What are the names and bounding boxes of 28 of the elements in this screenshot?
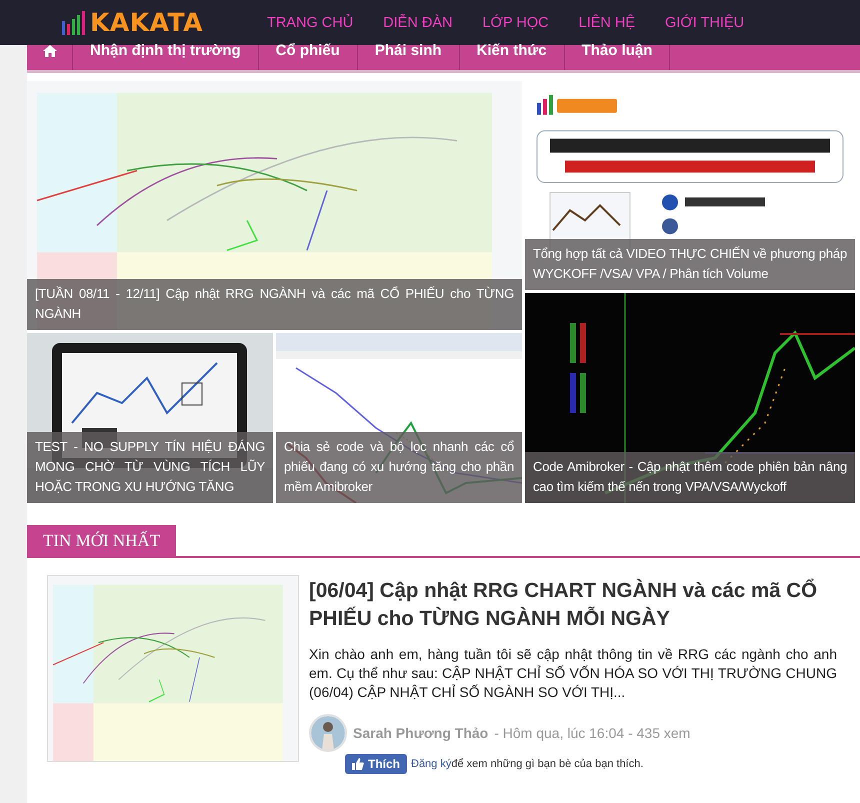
post-caption[interactable]: [TUẦN 08/11 - 12/11] Cập nhật RRG NGÀNH và các mã CỔ PHIẾU cho TỪNG NGÀNH	[27, 279, 522, 330]
post-excerpt: Xin chào anh em, hàng tuần tôi sẽ cập nhật thông tin về RRG các ngành cho anh em. Cụ thể như sau: CẬP NHẬT CHỈ SỐ VỐN HÓA SO VỚI THỊ TRƯỜNG CHUNG (06/04) CẬP NHẬT CHỈ SỐ NGÀNH SO VỚI THỊ...	[309, 645, 837, 702]
post-caption[interactable]: TEST - NO SUPPLY TÍN HIỆU ĐÁNG MONG CHỜ TỪ VÙNG TÍCH LŨY HOẶC TRONG XU HƯỚNG TĂNG	[27, 432, 273, 503]
menu-item[interactable]: Kiến thức	[460, 45, 565, 70]
home-icon	[42, 45, 56, 57]
nav-link[interactable]: DIỄN ĐÀN	[383, 14, 452, 30]
nav-link[interactable]: LỚP HỌC	[482, 14, 549, 30]
section-title: TIN MỚI NHẤT	[27, 525, 176, 556]
menu-item[interactable]: Nhận định thị trường	[73, 45, 259, 70]
post-caption[interactable]: Tổng hợp tất cả VIDEO THỰC CHIẾN về phương pháp WYCKOFF /VSA/ VPA / Phân tích Volume	[525, 239, 855, 290]
signup-text: Đăng kýđể xem những gì bạn bè của bạn thích.	[411, 758, 644, 770]
thumbs-up-icon	[352, 758, 364, 770]
like-button[interactable]: Thích	[345, 754, 407, 774]
post-caption[interactable]: Chia sẻ code và bộ lọc nhanh các cổ phiếu đang có xu hướng tăng cho phần mềm Amibroker	[276, 432, 522, 503]
nav-link[interactable]: GIỚI THIỆU	[665, 14, 744, 30]
post-meta: - Hôm qua, lúc 16:04 - 435 xem	[494, 725, 690, 741]
signup-link[interactable]: Đăng ký	[411, 758, 452, 770]
menu-item[interactable]: Thảo luận	[564, 45, 670, 70]
author-name[interactable]: Sarah Phương Thảo	[353, 725, 488, 741]
menu-item[interactable]: Cổ phiếu	[258, 45, 358, 70]
nav-link[interactable]: TRANG CHỦ	[266, 14, 354, 30]
avatar-icon	[309, 714, 347, 752]
nav-link[interactable]: LIÊN HỆ	[578, 14, 636, 30]
post-caption[interactable]: Code Amibroker - Cập nhật thêm code phiên bản nâng cao tìm kiếm thế nến trong VPA/VSA/Wyckoff	[525, 452, 855, 503]
logo-text[interactable]: KAKATA	[90, 10, 203, 35]
bar-chart-icon	[62, 11, 86, 35]
menu-item[interactable]: Phái sinh	[358, 45, 460, 70]
post-title[interactable]: [06/04] Cập nhật RRG CHART NGÀNH và các mã CỔ PHIẾU cho TỪNG NGÀNH MỖI NGÀY	[309, 577, 837, 633]
